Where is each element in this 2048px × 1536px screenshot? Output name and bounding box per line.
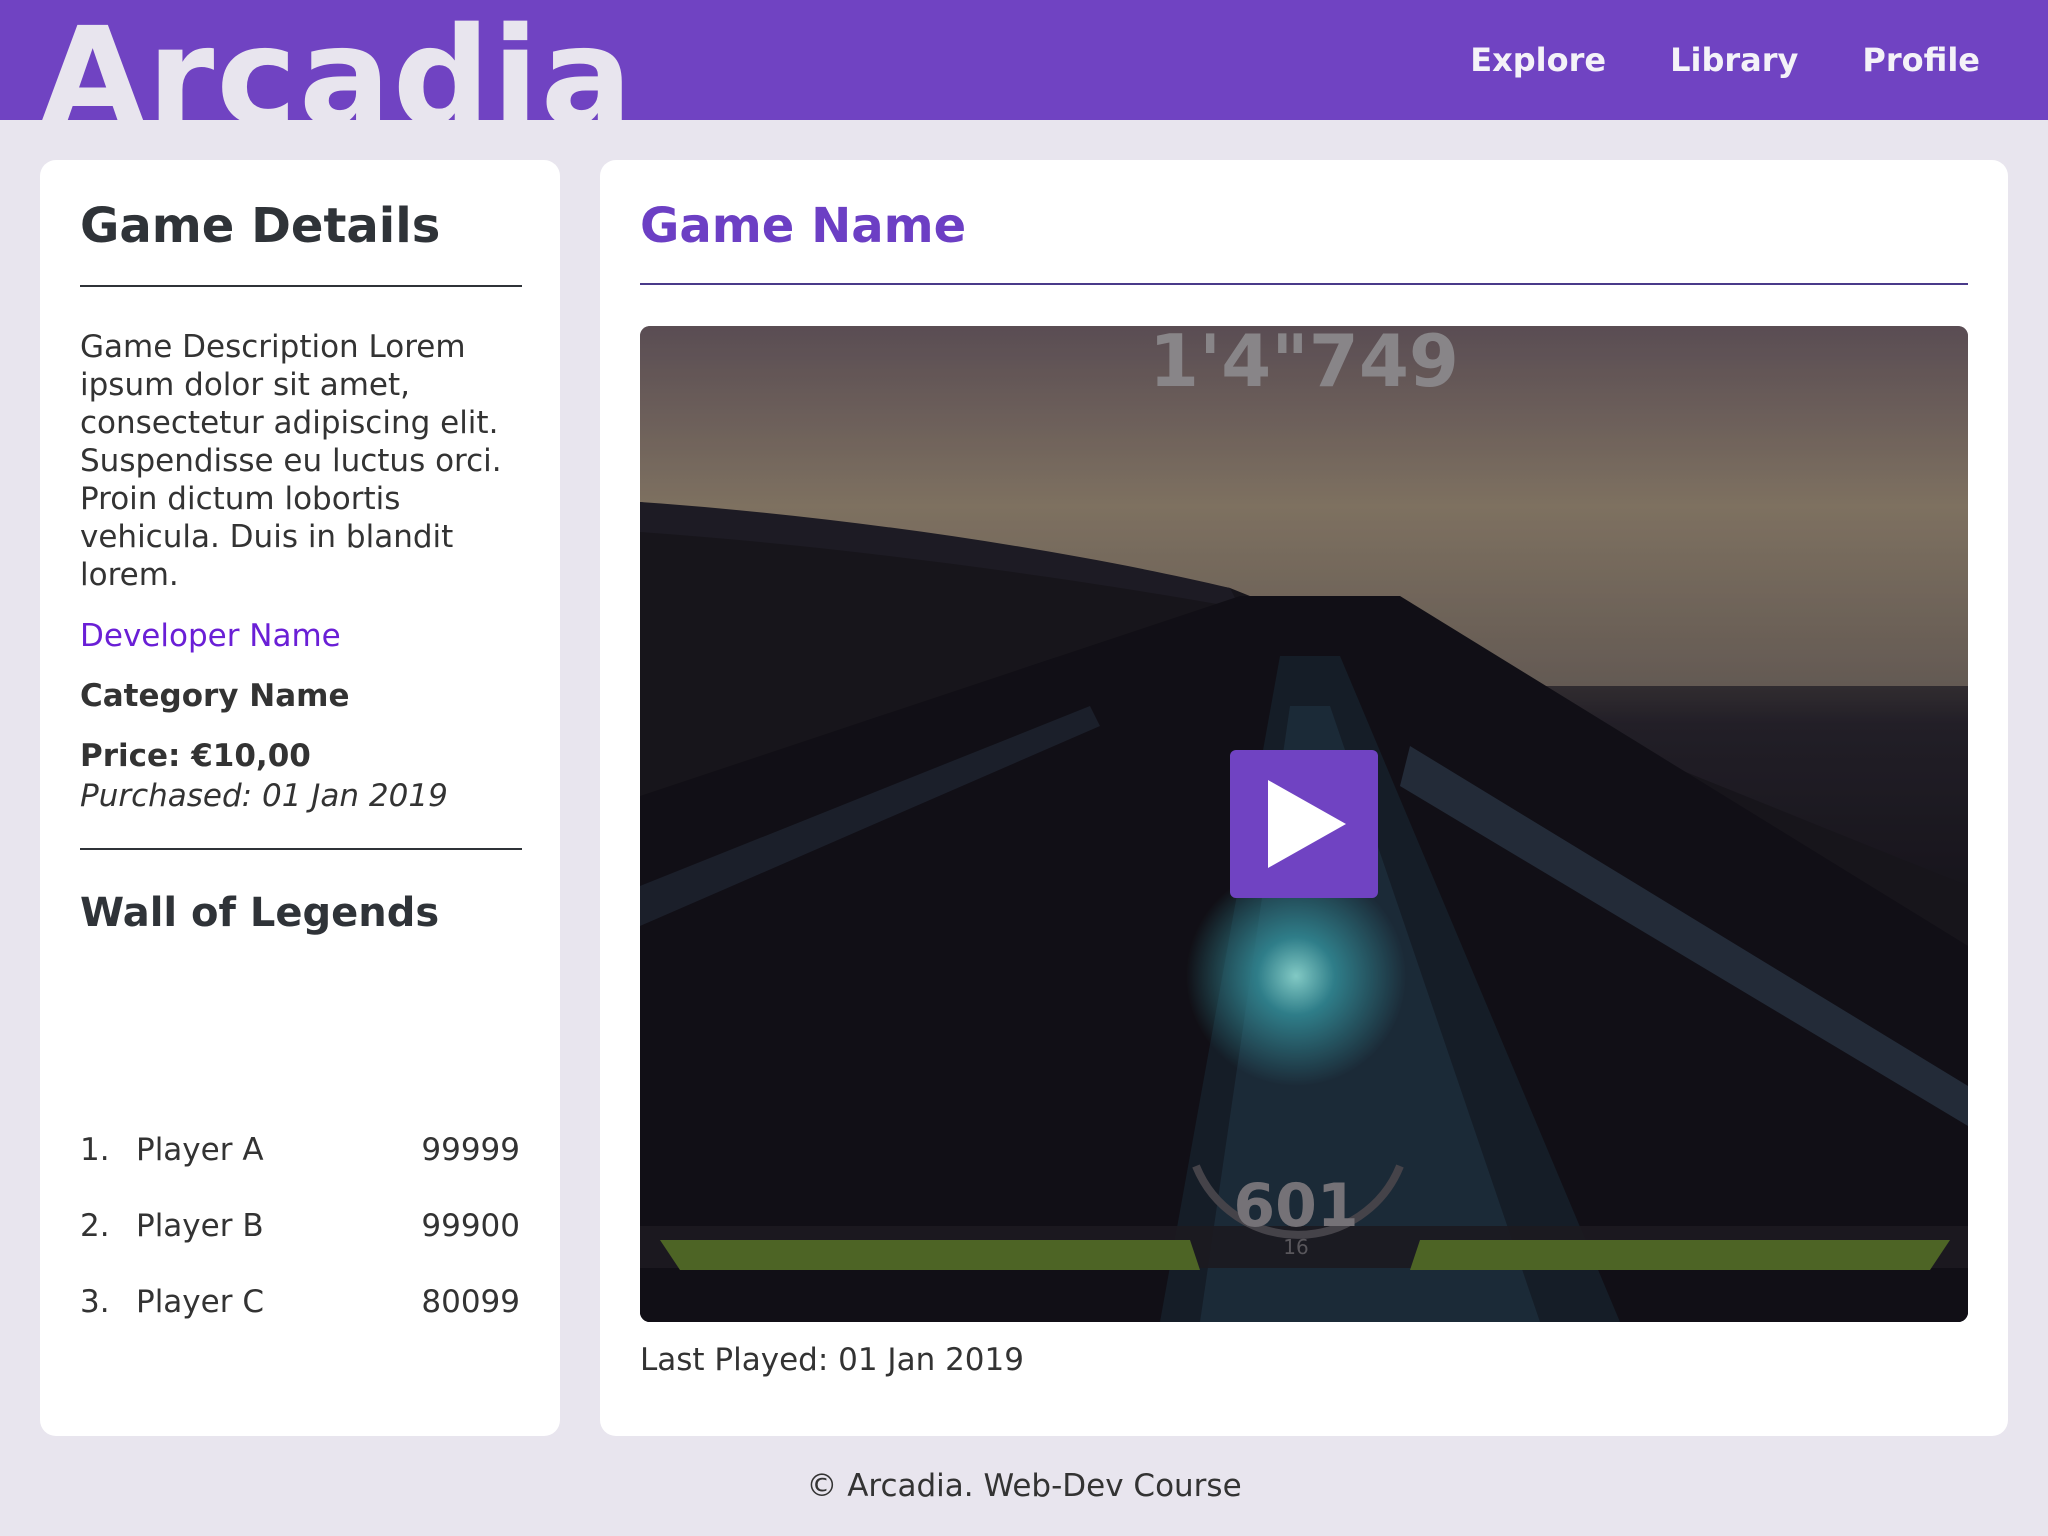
legend-row: 2. Player B 99900 [80, 1206, 520, 1246]
purchase-date: Purchased: 01 Jan 2019 [80, 778, 448, 814]
top-header: Arcadia Explore Library Profile [0, 0, 2048, 120]
nav-explore[interactable]: Explore [1470, 40, 1606, 80]
legends-heading: Wall of Legends [80, 890, 440, 936]
legend-score: 99900 [421, 1208, 520, 1244]
legend-rank: 3. [80, 1284, 110, 1320]
game-details-panel: Game Details Game Description Lorem ipsu… [40, 160, 560, 1436]
divider [80, 848, 522, 850]
play-icon [1268, 780, 1346, 868]
legend-score: 80099 [421, 1284, 520, 1320]
legend-row: 1. Player A 99999 [80, 1130, 520, 1170]
legend-rank: 2. [80, 1208, 110, 1244]
game-description: Game Description Lorem ipsum dolor sit a… [80, 329, 502, 593]
developer-link[interactable]: Developer Name [80, 616, 341, 656]
nav-library[interactable]: Library [1670, 40, 1798, 80]
main-nav: Explore Library Profile [1470, 40, 1980, 80]
legend-rank: 1. [80, 1132, 110, 1168]
play-button[interactable] [1230, 750, 1378, 898]
game-title: Game Name [640, 198, 967, 254]
details-heading: Game Details [80, 198, 441, 254]
legend-score: 99999 [421, 1132, 520, 1168]
legend-player: Player A [136, 1132, 264, 1168]
category-label: Category Name [80, 678, 350, 714]
legend-row: 3. Player C 80099 [80, 1282, 520, 1322]
divider [640, 283, 1968, 285]
video-player[interactable]: 1'4"749 601 16 [640, 326, 1968, 1322]
legend-player: Player B [136, 1208, 264, 1244]
logo[interactable]: Arcadia [40, 10, 634, 120]
price-label: Price: €10,00 [80, 738, 311, 774]
last-played: Last Played: 01 Jan 2019 [640, 1342, 1024, 1378]
footer: © Arcadia. Web-Dev Course [806, 1468, 1242, 1504]
legend-player: Player C [136, 1284, 264, 1320]
divider [80, 285, 522, 287]
game-main-panel: Game Name 1'4"749 601 16 Last Played: 01… [600, 160, 2008, 1436]
nav-profile[interactable]: Profile [1862, 40, 1980, 80]
